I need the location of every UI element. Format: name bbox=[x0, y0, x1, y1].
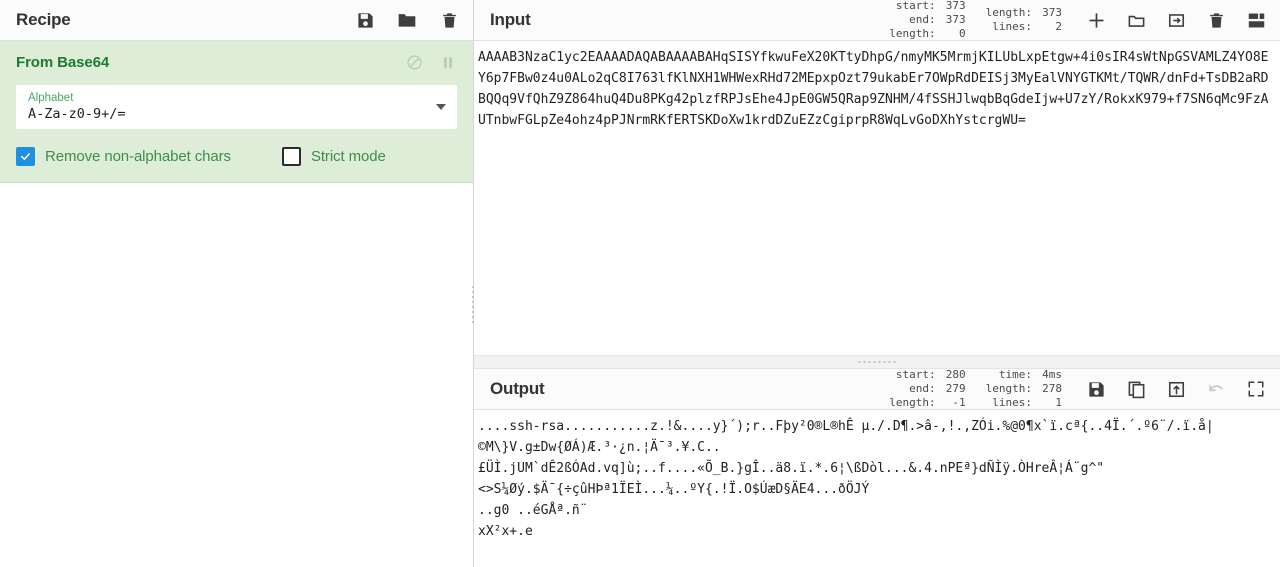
output-length-value: 278 bbox=[1042, 382, 1062, 395]
input-end-value: 373 bbox=[945, 13, 966, 26]
output-meta: start: 280 end: 279 length: -1 time: 4ms… bbox=[889, 368, 1062, 410]
operation-checkboxes: Remove non-alphabet chars Strict mode bbox=[16, 147, 457, 166]
output-meta-selection: start: 280 end: 279 length: -1 bbox=[889, 368, 965, 410]
open-file-as-input-icon[interactable] bbox=[1166, 10, 1186, 30]
recipe-drop-area[interactable] bbox=[0, 183, 473, 567]
chevron-down-icon[interactable] bbox=[436, 104, 446, 110]
output-length-key: length: bbox=[985, 382, 1032, 395]
output-end-key: end: bbox=[909, 382, 936, 395]
load-recipe-icon[interactable] bbox=[397, 10, 417, 30]
input-title-bar: Input start: 373 end: 373 length: 0 leng… bbox=[474, 0, 1280, 41]
recipe-pane: Recipe From Base64 Alphabet A-Za-z0-9+/=… bbox=[0, 0, 474, 567]
output-time-key: time: bbox=[998, 368, 1032, 381]
input-start-key: start: bbox=[895, 0, 936, 12]
output-meta-row: lines: 1 bbox=[986, 396, 1062, 410]
pause-operation-icon[interactable] bbox=[439, 53, 457, 71]
input-toolbar bbox=[1086, 10, 1266, 30]
operation-from-base64[interactable]: From Base64 Alphabet A-Za-z0-9+/= Remove… bbox=[0, 41, 473, 183]
io-pane: Input start: 373 end: 373 length: 0 leng… bbox=[474, 0, 1280, 567]
input-sel-length-key: length: bbox=[889, 27, 936, 40]
output-meta-row: length: -1 bbox=[889, 396, 965, 410]
output-toolbar bbox=[1086, 379, 1266, 399]
input-meta-selection: start: 373 end: 373 length: 0 bbox=[889, 0, 965, 41]
remove-non-alphabet-chars-checkbox[interactable]: Remove non-alphabet chars bbox=[16, 147, 231, 166]
undo-bake-icon[interactable] bbox=[1206, 379, 1226, 399]
strict-mode-checkbox[interactable]: Strict mode bbox=[281, 147, 386, 166]
recipe-title-bar: Recipe bbox=[0, 0, 473, 41]
open-folder-as-input-icon[interactable] bbox=[1126, 10, 1146, 30]
input-meta: start: 373 end: 373 length: 0 length: 37… bbox=[889, 0, 1062, 41]
disable-operation-icon[interactable] bbox=[405, 53, 423, 71]
input-lines-key: lines: bbox=[992, 20, 1032, 33]
output-sel-length-key: length: bbox=[889, 396, 936, 409]
operation-controls bbox=[405, 53, 457, 71]
horizontal-splitter[interactable] bbox=[474, 355, 1280, 369]
alphabet-field[interactable]: Alphabet A-Za-z0-9+/= bbox=[16, 85, 457, 129]
output-meta-row: end: 279 bbox=[889, 382, 966, 396]
input-meta-row: lines: 2 bbox=[986, 20, 1062, 34]
input-title: Input bbox=[490, 10, 531, 29]
maximise-output-icon[interactable] bbox=[1246, 379, 1266, 399]
input-end-key: end: bbox=[909, 13, 936, 26]
save-recipe-icon[interactable] bbox=[355, 10, 375, 30]
input-meta-row: length: 0 bbox=[889, 27, 965, 41]
replace-input-with-output-icon[interactable] bbox=[1166, 379, 1186, 399]
output-title-bar: Output start: 280 end: 279 length: -1 ti… bbox=[474, 368, 1280, 410]
recipe-toolbar bbox=[355, 10, 459, 30]
input-sel-length-value: 0 bbox=[959, 27, 966, 40]
add-input-tab-icon[interactable] bbox=[1086, 10, 1106, 30]
input-length-key: length: bbox=[985, 6, 1032, 19]
alphabet-field-value: A-Za-z0-9+/= bbox=[28, 106, 126, 122]
remove-non-alphabet-chars-label: Remove non-alphabet chars bbox=[45, 148, 231, 165]
checkbox-unchecked-icon bbox=[281, 147, 301, 166]
output-start-key: start: bbox=[895, 368, 936, 381]
clear-input-icon[interactable] bbox=[1206, 10, 1226, 30]
alphabet-field-label: Alphabet bbox=[28, 92, 74, 104]
input-meta-row: end: 373 bbox=[889, 13, 966, 27]
input-start-value: 373 bbox=[945, 0, 966, 12]
clear-recipe-icon[interactable] bbox=[439, 10, 459, 30]
output-title: Output bbox=[490, 379, 545, 398]
output-meta-row: time: 4ms bbox=[986, 368, 1062, 382]
operation-name: From Base64 bbox=[16, 53, 110, 71]
input-meta-row: start: 373 bbox=[889, 0, 966, 13]
output-time-value: 4ms bbox=[1042, 368, 1062, 381]
operation-title-row: From Base64 bbox=[16, 53, 457, 71]
reset-pane-layout-icon[interactable] bbox=[1246, 10, 1266, 30]
input-length-value: 373 bbox=[1042, 6, 1062, 19]
input-meta-row: length: 373 bbox=[986, 6, 1062, 20]
output-meta-totals: time: 4ms length: 278 lines: 1 bbox=[986, 368, 1062, 410]
output-end-value: 279 bbox=[945, 382, 966, 395]
output-textarea[interactable]: ....ssh-rsa...........z.!&....y}´);r..Fþ… bbox=[474, 410, 1280, 565]
output-lines-key: lines: bbox=[992, 396, 1032, 409]
input-textarea[interactable]: AAAAB3NzaC1yc2EAAAADAQABAAAABAHqSISYfkwu… bbox=[474, 41, 1280, 355]
checkbox-checked-icon bbox=[16, 147, 35, 166]
output-meta-row: length: 278 bbox=[986, 382, 1062, 396]
splitter-grip-icon bbox=[858, 361, 896, 363]
cyberchef-app: Recipe From Base64 Alphabet A-Za-z0-9+/=… bbox=[0, 0, 1280, 567]
output-start-value: 280 bbox=[945, 368, 966, 381]
input-meta-totals: length: 373 lines: 2 bbox=[986, 6, 1062, 34]
copy-output-icon[interactable] bbox=[1126, 379, 1146, 399]
output-lines-value: 1 bbox=[1055, 396, 1062, 409]
input-lines-value: 2 bbox=[1055, 20, 1062, 33]
output-sel-length-value: -1 bbox=[952, 396, 966, 409]
strict-mode-label: Strict mode bbox=[310, 148, 386, 165]
recipe-title: Recipe bbox=[16, 10, 71, 29]
save-output-icon[interactable] bbox=[1086, 379, 1106, 399]
output-meta-row: start: 280 bbox=[889, 368, 966, 382]
